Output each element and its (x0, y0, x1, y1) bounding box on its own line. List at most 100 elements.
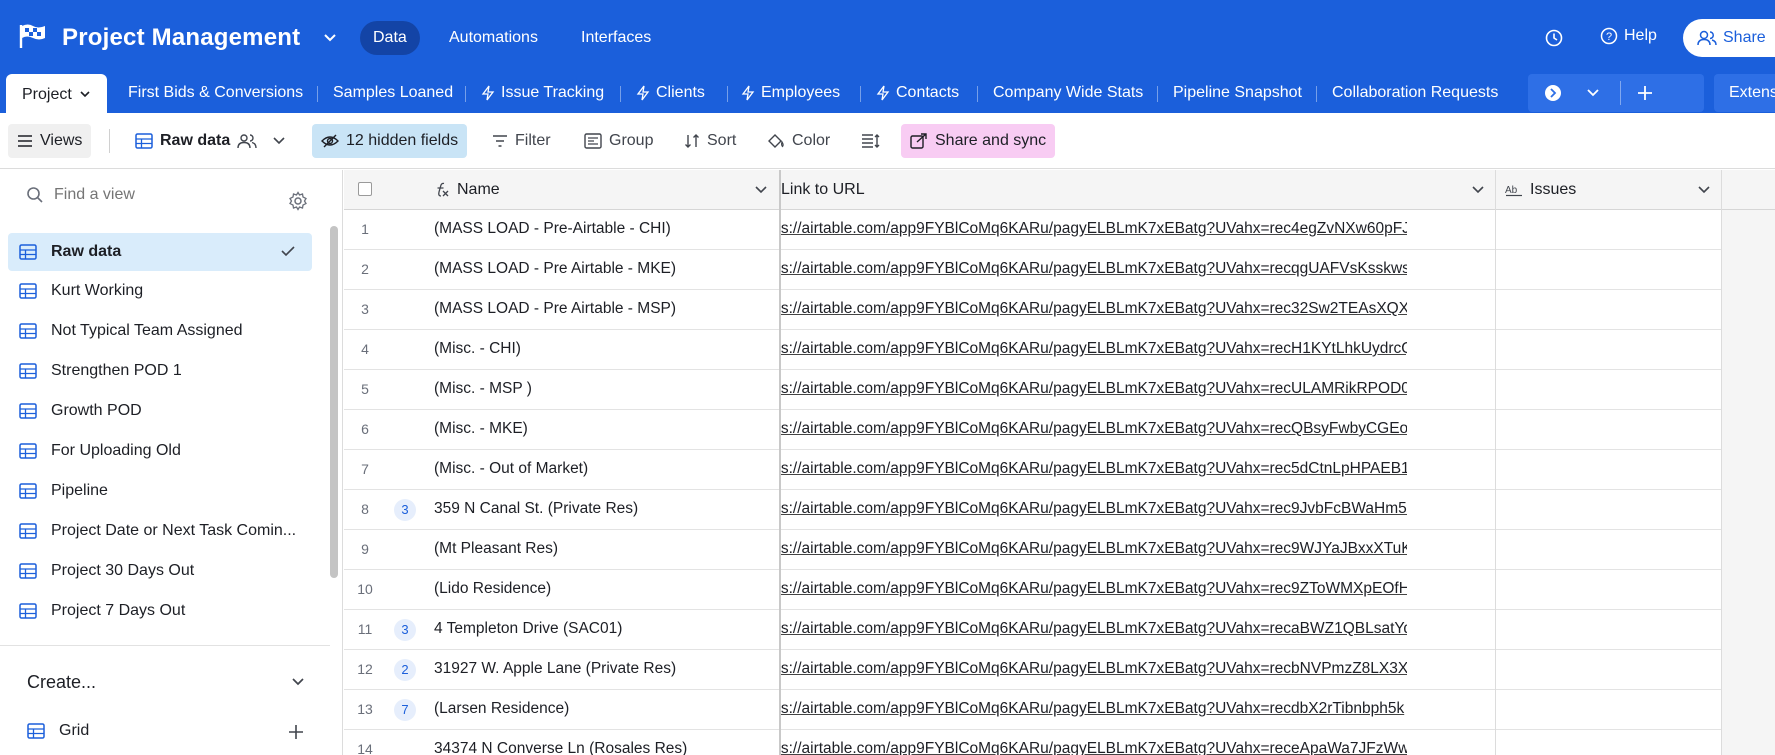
color-button[interactable]: Color (758, 124, 839, 158)
link-cell[interactable]: https://airtable.com/app9FYBlCoMq6KARu/p… (781, 260, 1407, 278)
name-cell[interactable]: (Misc. - MKE) (434, 420, 528, 438)
nav-interfaces[interactable]: Interfaces (568, 21, 664, 55)
comment-count-badge[interactable]: 7 (394, 699, 416, 721)
chevron-down-icon[interactable] (1697, 183, 1711, 197)
table-row[interactable]: 14 34374 N Converse Ln (Rosales Res) https… (344, 730, 1722, 755)
group-button[interactable]: Group (575, 124, 662, 158)
name-cell[interactable]: (Mt Pleasant Res) (434, 540, 558, 558)
create-view-header[interactable]: Create... (27, 672, 96, 693)
name-cell[interactable]: (Larsen Residence) (434, 700, 569, 718)
tab-samples-loaned[interactable]: Samples Loaned (333, 72, 453, 113)
nav-automations[interactable]: Automations (436, 21, 551, 55)
name-cell[interactable]: 31927 W. Apple Lane (Private Res) (434, 660, 676, 678)
table-row[interactable]: 11 3 4 Templeton Drive (SAC01) https://airt… (344, 610, 1722, 650)
more-tabs-icon[interactable] (1544, 84, 1562, 102)
table-row[interactable]: 9 (Mt Pleasant Res) https://airtable.com/a… (344, 530, 1722, 570)
view-item-pipeline[interactable]: Pipeline (8, 472, 312, 510)
link-cell[interactable]: https://airtable.com/app9FYBlCoMq6KARu/p… (781, 340, 1407, 358)
gear-icon[interactable] (288, 191, 308, 211)
link-cell[interactable]: https://airtable.com/app9FYBlCoMq6KARu/p… (781, 660, 1407, 678)
tab-issue-tracking[interactable]: Issue Tracking (481, 72, 604, 113)
name-cell[interactable]: (Lido Residence) (434, 580, 551, 598)
name-cell[interactable]: (Misc. - MSP ) (434, 380, 532, 398)
share-and-sync-button[interactable]: Share and sync (901, 124, 1056, 158)
view-item-kurt-working[interactable]: Kurt Working (8, 272, 312, 310)
table-row[interactable]: 10 (Lido Residence) https://airtable.com/a… (344, 570, 1722, 610)
tab-company-wide-stats[interactable]: Company Wide Stats (993, 72, 1143, 113)
link-cell[interactable]: https://airtable.com/app9FYBlCoMq6KARu/p… (781, 220, 1407, 238)
link-cell[interactable]: https://airtable.com/app9FYBlCoMq6KARu/p… (781, 420, 1407, 438)
table-row[interactable]: 2 (MASS LOAD - Pre Airtable - MKE) https:/… (344, 250, 1722, 290)
table-row[interactable]: 3 (MASS LOAD - Pre Airtable - MSP) https:/… (344, 290, 1722, 330)
view-name-button[interactable]: Raw data (126, 124, 295, 158)
flag-logo-icon[interactable] (18, 23, 48, 49)
link-cell[interactable]: https://airtable.com/app9FYBlCoMq6KARu/p… (781, 300, 1407, 318)
app-title[interactable]: Project Management (62, 24, 300, 52)
table-row[interactable]: 1 (MASS LOAD - Pre-Airtable - CHI) https:/… (344, 210, 1722, 250)
views-toggle-button[interactable]: Views (8, 124, 92, 158)
table-row[interactable]: 4 (Misc. - CHI) https://airtable.com/app9F… (344, 330, 1722, 370)
help-button[interactable]: ? Help (1600, 27, 1657, 45)
name-cell[interactable]: 359 N Canal St. (Private Res) (434, 500, 638, 518)
table-row[interactable]: 6 (Misc. - MKE) https://airtable.com/app9F… (344, 410, 1722, 450)
chevron-down-icon[interactable] (1471, 183, 1485, 197)
name-column-header[interactable]: Name (344, 170, 780, 210)
nav-data[interactable]: Data (360, 21, 420, 55)
table-row[interactable]: 5 (Misc. - MSP ) https://airtable.com/app9… (344, 370, 1722, 410)
name-cell[interactable]: (MASS LOAD - Pre Airtable - MSP) (434, 300, 676, 318)
view-item-project-date[interactable]: Project Date or Next Task Comin... (8, 512, 312, 550)
table-row[interactable]: 7 (Misc. - Out of Market) https://airtable… (344, 450, 1722, 490)
comment-count-badge[interactable]: 3 (394, 499, 416, 521)
chevron-down-icon[interactable] (1585, 86, 1601, 100)
link-cell[interactable]: https://airtable.com/app9FYBlCoMq6KARu/p… (781, 700, 1407, 718)
select-all-checkbox[interactable] (358, 182, 372, 196)
view-item-not-typical-team[interactable]: Not Typical Team Assigned (8, 312, 312, 350)
hidden-fields-button[interactable]: 12 hidden fields (312, 124, 468, 158)
tab-first-bids[interactable]: First Bids & Conversions (128, 72, 303, 113)
view-item-growth-pod[interactable]: Growth POD (8, 392, 312, 430)
view-item-for-uploading-old[interactable]: For Uploading Old (8, 432, 312, 470)
share-button[interactable]: Share (1683, 19, 1775, 57)
name-cell[interactable]: (MASS LOAD - Pre Airtable - MKE) (434, 260, 676, 278)
view-item-project-30-days[interactable]: Project 30 Days Out (8, 552, 312, 590)
link-cell[interactable]: https://airtable.com/app9FYBlCoMq6KARu/p… (781, 460, 1407, 478)
sort-button[interactable]: Sort (675, 124, 745, 158)
link-cell[interactable]: https://airtable.com/app9FYBlCoMq6KARu/p… (781, 620, 1407, 638)
filter-button[interactable]: Filter (483, 124, 560, 158)
find-view-input[interactable] (54, 186, 254, 204)
name-cell[interactable]: 34374 N Converse Ln (Rosales Res) (434, 740, 687, 755)
create-grid-view[interactable]: Grid (27, 722, 89, 740)
name-cell[interactable]: (MASS LOAD - Pre-Airtable - CHI) (434, 220, 671, 238)
tab-contacts[interactable]: Contacts (876, 72, 959, 113)
view-item-raw-data[interactable]: Raw data (8, 233, 312, 271)
tab-project[interactable]: Project (6, 74, 107, 114)
frozen-column-divider[interactable] (779, 170, 781, 755)
extensions-tab[interactable]: Extens (1714, 74, 1775, 112)
view-item-strengthen-pod[interactable]: Strengthen POD 1 (8, 352, 312, 390)
table-row[interactable]: 8 3 359 N Canal St. (Private Res) https://a… (344, 490, 1722, 530)
comment-count-badge[interactable]: 2 (394, 659, 416, 681)
name-cell[interactable]: 4 Templeton Drive (SAC01) (434, 620, 622, 638)
link-cell[interactable]: https://airtable.com/app9FYBlCoMq6KARu/p… (781, 500, 1407, 518)
link-cell[interactable]: https://airtable.com/app9FYBlCoMq6KARu/p… (781, 380, 1407, 398)
link-cell[interactable]: https://airtable.com/app9FYBlCoMq6KARu/p… (781, 580, 1407, 598)
chevron-down-icon[interactable] (290, 675, 306, 689)
tab-pipeline-snapshot[interactable]: Pipeline Snapshot (1173, 72, 1302, 113)
tab-clients[interactable]: Clients (636, 72, 705, 113)
name-cell[interactable]: (Misc. - CHI) (434, 340, 521, 358)
chevron-down-icon[interactable] (754, 183, 768, 197)
name-cell[interactable]: (Misc. - Out of Market) (434, 460, 588, 478)
link-cell[interactable]: https://airtable.com/app9FYBlCoMq6KARu/p… (781, 740, 1407, 755)
plus-icon[interactable] (288, 724, 304, 740)
tab-collaboration-requests[interactable]: Collaboration Requests (1332, 72, 1498, 113)
table-row[interactable]: 12 2 31927 W. Apple Lane (Private Res) http… (344, 650, 1722, 690)
issues-column-header[interactable]: Ab Issues (1496, 170, 1722, 210)
link-column-header[interactable]: Link to URL (781, 170, 1496, 210)
add-table-icon[interactable] (1636, 84, 1654, 102)
link-cell[interactable]: https://airtable.com/app9FYBlCoMq6KARu/p… (781, 540, 1407, 558)
view-item-project-7-days[interactable]: Project 7 Days Out (8, 592, 312, 630)
tab-employees[interactable]: Employees (741, 72, 840, 113)
table-row[interactable]: 13 7 (Larsen Residence) https://airtable.co… (344, 690, 1722, 730)
chevron-down-icon[interactable] (322, 30, 338, 46)
history-icon[interactable] (1544, 28, 1564, 48)
